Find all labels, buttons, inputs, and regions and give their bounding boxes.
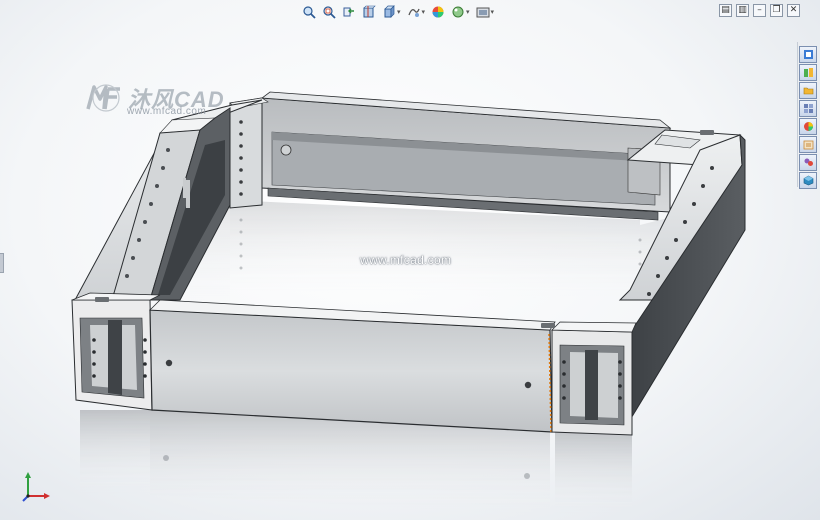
tab-3d-content-central[interactable] [799,172,817,189]
task-pane-tabs [799,46,817,189]
design-library-icon [803,68,813,77]
tab-view-palette[interactable] [799,100,817,117]
zoom-to-area-icon [323,6,336,19]
zoom-to-area-button[interactable] [320,4,338,20]
zoom-to-fit-button[interactable] [300,4,318,20]
tab-custom-properties[interactable] [799,136,817,153]
previous-view-icon [343,7,354,17]
feature-manager-expand-handle[interactable] [0,253,4,273]
close-button[interactable]: ✕ [787,4,800,17]
task-pane-divider [797,42,798,187]
appearances-scenes-icon [803,122,813,131]
graphics-area[interactable]: ▾ ▾ ▾ ▾ ▤ ▥ – ❐ ✕ 沐风CAD www.mfcad.com ww… [0,0,820,520]
hide-show-items-button[interactable] [429,4,447,20]
view-orientation-button[interactable]: ▾ [380,4,403,20]
section-view-icon [363,5,376,18]
tab-appearances-scenes[interactable] [799,118,817,135]
solidworks-forum-icon [804,158,813,166]
tab-file-explorer[interactable] [799,82,817,99]
edit-appearance-icon [452,6,464,18]
hide-show-items-icon [432,6,444,18]
tab-design-library[interactable] [799,64,817,81]
custom-properties-icon [803,140,813,150]
3d-content-central-icon [803,175,813,186]
tile-horizontal-button[interactable]: ▤ [719,4,732,17]
watermark-url: www.mfcad.com [127,106,207,117]
apply-scene-icon [476,7,490,18]
display-style-icon [407,8,420,17]
tab-solidworks-resources[interactable] [799,46,817,63]
zoom-to-fit-icon [303,6,316,19]
section-view-button[interactable] [360,4,378,20]
display-style-button[interactable]: ▾ [405,4,428,20]
view-palette-icon [803,104,813,113]
edit-appearance-button[interactable]: ▾ [449,4,472,20]
previous-view-button[interactable] [340,4,358,20]
minimize-button[interactable]: – [753,4,766,17]
chevron-down-icon: ▾ [421,8,426,16]
chevron-down-icon: ▾ [397,8,401,16]
apply-scene-button[interactable]: ▾ [474,4,497,20]
reference-triad [22,472,50,502]
tile-vertical-button[interactable]: ▥ [736,4,749,17]
window-controls: ▤ ▥ – ❐ ✕ [719,4,800,17]
tab-solidworks-forum[interactable] [799,154,817,171]
watermark-center-url: www.mfcad.com [360,253,452,267]
restore-button[interactable]: ❐ [770,4,783,17]
chevron-down-icon: ▾ [490,8,495,16]
chevron-down-icon: ▾ [466,8,470,16]
file-explorer-icon [803,87,813,95]
heads-up-view-toolbar: ▾ ▾ ▾ ▾ [300,3,496,21]
solidworks-resources-icon [803,50,813,59]
mf-logo-icon [86,84,120,112]
view-orientation-icon [384,5,395,18]
